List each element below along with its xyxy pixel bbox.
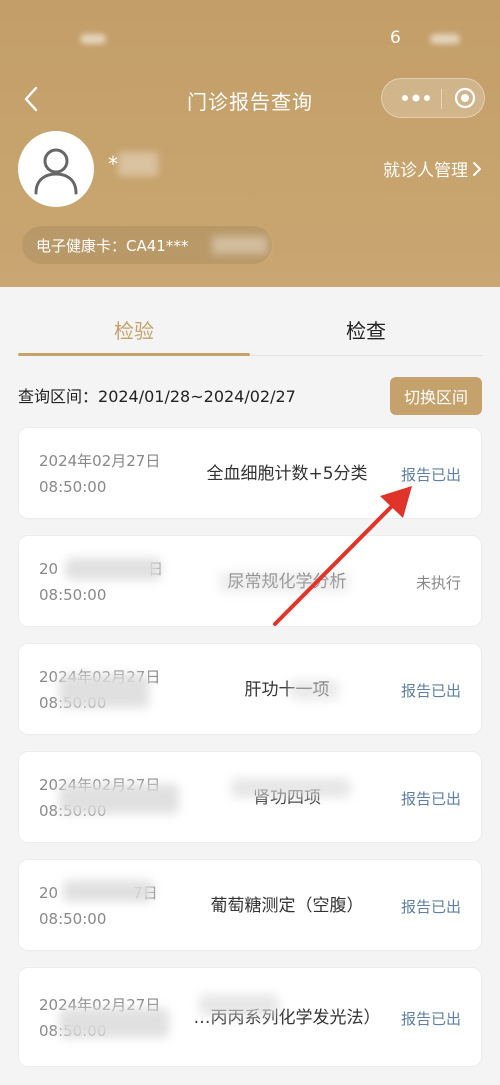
report-datetime: 2024年02月27日 08:50:00 [39,448,160,500]
name-redaction [118,152,158,176]
report-status: 报告已出 [400,789,461,808]
main-content: 检验 检查 查询区间：2024/01/28~2024/02/27 切换区间 20… [0,287,500,1085]
report-status: 报告已出 [400,1009,461,1028]
report-item[interactable]: 20 7日 08:50:00 葡萄糖测定（空腹） 报告已出 [18,859,482,951]
name-redaction [219,572,349,592]
report-status: 报告已出 [400,681,461,700]
report-status: 报告已出 [400,465,461,484]
battery-blur [430,34,460,44]
patient-manage-label: 就诊人管理 [383,161,468,181]
report-time: 08:50:00 [39,586,107,604]
date-redaction [63,880,153,902]
date-redaction [59,784,179,814]
report-time: 08:50:00 [39,478,107,496]
report-name: 葡萄糖测定（空腹） [210,896,364,916]
report-name: 肝功十一项 [244,680,330,700]
report-time: 08:50:00 [39,910,107,928]
report-status: 未执行 [415,573,461,592]
mini-program-capsule [381,78,485,118]
status-blur [80,34,106,44]
name-redaction [231,778,351,798]
user-avatar-icon [34,148,78,195]
name-redaction [289,680,339,700]
date-redaction [59,1008,169,1038]
chevron-right-icon [473,161,481,176]
nav-bar: 门诊报告查询 [0,72,500,128]
date-range-text: 查询区间：2024/01/28~2024/02/27 [18,383,296,407]
more-button[interactable] [394,79,438,117]
report-item[interactable]: 20 日 08:50:00 尿常规化学分析 未执行 [18,535,482,627]
report-item[interactable]: 2024年02月27日 08:50:00 肾功四项 报告已出 [18,751,482,843]
health-card-label: 电子健康卡：CA41*** [36,236,189,255]
status-bar: 6 [0,28,500,52]
date-redaction [59,674,149,708]
name-redaction [199,994,279,1016]
date-range-value: 2024/01/28~2024/02/27 [98,387,296,406]
capsule-divider [441,89,442,109]
report-name: 肾功四项 [253,788,321,808]
report-item[interactable]: 2024年02月27日 08:50:00 …丙丙系列化学发光法） 报告已出 [18,967,482,1067]
date-redaction [65,558,161,580]
report-item[interactable]: 2024年02月27日 08:50:00 肝功十一项 报告已出 [18,643,482,735]
date-range-label: 查询区间： [18,387,99,406]
tab-bar: 检验 检查 [18,287,482,359]
signal-indicator: 6 [390,28,401,48]
target-close-icon [454,87,476,109]
report-name: …丙丙系列化学发光法） [193,1008,381,1028]
tab-lab-test[interactable]: 检验 [18,315,250,344]
date-range-row: 查询区间：2024/01/28~2024/02/27 切换区间 [18,377,482,417]
report-date: 2024年02月27日 [39,452,161,470]
card-number-redaction [212,236,267,254]
avatar[interactable] [18,131,94,207]
report-status: 报告已出 [400,897,461,916]
more-dots-icon [402,94,430,102]
patient-name: * [108,152,118,176]
switch-range-button[interactable]: 切换区间 [390,377,482,415]
active-tab-indicator [18,353,250,356]
tab-examination[interactable]: 检查 [250,315,482,344]
close-button[interactable] [448,79,482,117]
patient-manage-link[interactable]: 就诊人管理 [383,156,482,181]
report-item[interactable]: 2024年02月27日 08:50:00 全血细胞计数+5分类 报告已出 [18,427,482,519]
report-name: 全血细胞计数+5分类 [206,464,368,484]
header: 6 门诊报告查询 * 就诊人管理 电子健康卡：CA41*** [0,0,500,287]
